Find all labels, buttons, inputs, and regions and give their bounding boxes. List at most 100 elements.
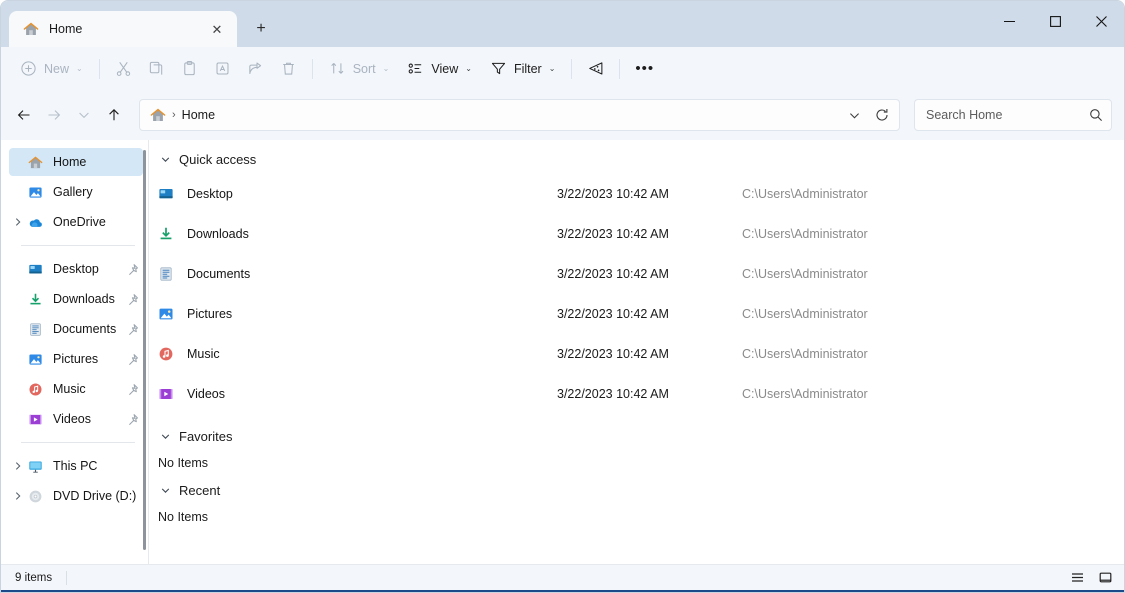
new-tab-icon[interactable]: + xyxy=(245,14,277,44)
view-toggle-group xyxy=(1064,568,1118,588)
sidebar-item-desktop[interactable]: Desktop xyxy=(9,255,143,283)
pin-icon[interactable] xyxy=(126,413,139,426)
chevron-down-icon[interactable] xyxy=(155,485,175,496)
item-count: 9 items xyxy=(15,571,53,584)
sidebar-item-onedrive[interactable]: OneDrive xyxy=(9,208,143,236)
rename-button[interactable] xyxy=(206,53,239,85)
sidebar-item-this-pc[interactable]: This PC xyxy=(9,452,143,480)
window-controls xyxy=(986,1,1124,41)
forward-arrow-icon xyxy=(48,110,61,120)
sidebar-item-documents[interactable]: Documents xyxy=(9,315,143,343)
cut-button[interactable] xyxy=(107,53,140,85)
details-pane-button[interactable] xyxy=(579,53,612,85)
forward-button[interactable] xyxy=(39,100,69,130)
search-box[interactable] xyxy=(914,99,1112,131)
sidebar-item-downloads[interactable]: Downloads xyxy=(9,285,143,313)
details-view-button[interactable] xyxy=(1064,568,1090,588)
row-path: C:\Users\Administrator xyxy=(742,227,868,241)
chevron-down-icon[interactable] xyxy=(155,154,175,165)
chevron-down-icon[interactable] xyxy=(155,431,175,442)
sort-button[interactable]: Sort ⌄ xyxy=(320,53,399,85)
recent-locations-button[interactable] xyxy=(69,100,99,130)
search-input[interactable] xyxy=(926,108,1089,122)
pictures-icon xyxy=(157,306,175,322)
large-icons-view-button[interactable] xyxy=(1092,568,1118,588)
filter-button[interactable]: Filter ⌄ xyxy=(481,53,564,85)
address-bar[interactable]: › Home xyxy=(139,99,900,131)
breadcrumb-item-home[interactable]: Home xyxy=(182,108,215,122)
close-tab-icon[interactable]: ✕ xyxy=(205,17,229,41)
copy-button[interactable] xyxy=(140,53,173,85)
paste-button[interactable] xyxy=(173,53,206,85)
chevron-down-icon xyxy=(79,112,89,119)
details-view-icon xyxy=(1071,573,1083,582)
chevron-right-icon[interactable] xyxy=(9,461,27,471)
table-row[interactable]: Pictures 3/22/2023 10:42 AM C:\Users\Adm… xyxy=(149,294,1124,334)
sidebar-scrollbar[interactable] xyxy=(143,150,146,550)
chevron-right-icon[interactable] xyxy=(9,491,27,501)
close-button[interactable] xyxy=(1078,1,1124,41)
sidebar-item-label: Documents xyxy=(53,322,117,336)
row-name: Music xyxy=(187,347,220,361)
file-list: Quick access Desktop 3/22/2023 10:42 AM … xyxy=(149,140,1124,564)
chevron-down-icon: ⌄ xyxy=(465,64,472,73)
group-header-recent[interactable]: Recent xyxy=(149,476,1124,504)
status-bar: 9 items xyxy=(1,564,1124,590)
new-button[interactable]: New ⌄ xyxy=(11,53,92,85)
music-icon xyxy=(27,382,44,397)
table-row[interactable]: Desktop 3/22/2023 10:42 AM C:\Users\Admi… xyxy=(149,174,1124,214)
sidebar-item-pictures[interactable]: Pictures xyxy=(9,345,143,373)
details-pane-icon xyxy=(589,62,603,75)
pin-icon[interactable] xyxy=(126,353,139,366)
filter-button-label: Filter xyxy=(513,61,542,76)
table-row[interactable]: Music 3/22/2023 10:42 AM C:\Users\Admini… xyxy=(149,334,1124,374)
share-button[interactable] xyxy=(239,53,272,85)
maximize-button[interactable] xyxy=(1032,1,1078,41)
view-button[interactable]: View ⌄ xyxy=(398,53,481,85)
sidebar-item-music[interactable]: Music xyxy=(9,375,143,403)
home-icon xyxy=(27,155,44,170)
refresh-icon[interactable] xyxy=(869,102,895,128)
sidebar-item-label: Downloads xyxy=(53,292,115,306)
rename-icon xyxy=(216,62,229,75)
search-icon[interactable] xyxy=(1089,108,1103,122)
up-button[interactable] xyxy=(99,100,129,130)
sidebar-item-label: Desktop xyxy=(53,262,99,276)
row-name: Downloads xyxy=(187,227,249,241)
pin-icon[interactable] xyxy=(126,293,139,306)
sidebar-item-videos[interactable]: Videos xyxy=(9,405,143,433)
trash-icon xyxy=(282,62,294,75)
row-date: 3/22/2023 10:42 AM xyxy=(557,267,669,281)
command-toolbar: New ⌄ Sort ⌄ View ⌄ Filter ⌄ ••• xyxy=(1,47,1124,90)
group-header-quick-access[interactable]: Quick access xyxy=(149,144,1124,174)
navigation-bar: › Home xyxy=(1,90,1124,140)
row-date: 3/22/2023 10:42 AM xyxy=(557,347,669,361)
table-row[interactable]: Documents 3/22/2023 10:42 AM C:\Users\Ad… xyxy=(149,254,1124,294)
row-date: 3/22/2023 10:42 AM xyxy=(557,227,669,241)
sidebar-item-gallery[interactable]: Gallery xyxy=(9,178,143,206)
pin-icon[interactable] xyxy=(126,323,139,336)
toolbar-divider-3 xyxy=(571,58,573,79)
navigation-pane: Home Gallery OneDrive Desktop Downloads … xyxy=(1,140,149,564)
address-dropdown-icon[interactable] xyxy=(841,102,867,128)
see-more-button[interactable]: ••• xyxy=(627,53,662,85)
chevron-right-icon[interactable] xyxy=(9,217,27,227)
minimize-button[interactable] xyxy=(986,1,1032,41)
view-button-label: View xyxy=(431,61,459,76)
pin-icon[interactable] xyxy=(126,263,139,276)
table-row[interactable]: Downloads 3/22/2023 10:42 AM C:\Users\Ad… xyxy=(149,214,1124,254)
table-row[interactable]: Videos 3/22/2023 10:42 AM C:\Users\Admin… xyxy=(149,374,1124,414)
share-icon xyxy=(249,62,261,74)
row-path: C:\Users\Administrator xyxy=(742,307,868,321)
tab-home[interactable]: Home ✕ xyxy=(9,11,237,47)
explorer-body: Home Gallery OneDrive Desktop Downloads … xyxy=(1,140,1124,564)
sidebar-item-home[interactable]: Home xyxy=(9,148,143,176)
row-name: Videos xyxy=(187,387,225,401)
group-header-favorites[interactable]: Favorites xyxy=(149,422,1124,450)
back-button[interactable] xyxy=(9,100,39,130)
delete-button[interactable] xyxy=(272,53,305,85)
pin-icon[interactable] xyxy=(126,383,139,396)
sidebar-item-dvd-drive[interactable]: DVD Drive (D:) V xyxy=(9,482,143,510)
videos-icon xyxy=(27,412,44,427)
home-icon[interactable] xyxy=(150,107,166,123)
